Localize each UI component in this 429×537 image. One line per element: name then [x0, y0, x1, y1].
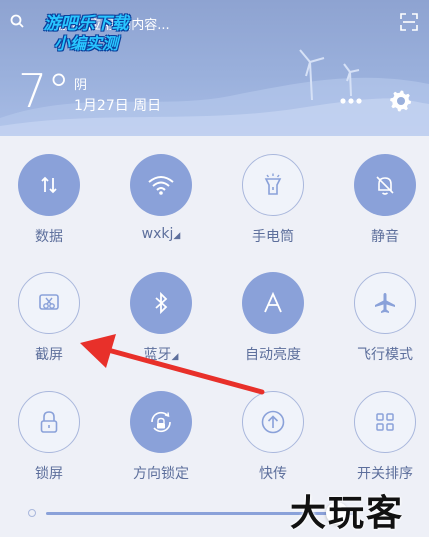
watermark-logo-bottom: 大玩客 — [290, 492, 405, 534]
flashlight-toggle-button[interactable] — [242, 154, 304, 216]
flashlight-icon — [264, 173, 282, 195]
tile-label: 开关排序 — [357, 466, 413, 482]
tile-label-bluetooth[interactable]: 蓝牙◢ — [105, 344, 217, 364]
watermark-line2: 小编实测 — [53, 34, 118, 53]
bluetooth-toggle-button[interactable] — [130, 272, 192, 334]
data-toggle-button[interactable] — [18, 154, 80, 216]
bluetooth-label: 蓝牙 — [143, 347, 172, 363]
wifi-network-name: wxkj — [141, 226, 174, 242]
tile-rotation-lock[interactable]: 方向锁定 — [105, 391, 217, 501]
temperature: 7° — [18, 64, 71, 118]
more-icon[interactable] — [340, 96, 362, 106]
tile-flashlight[interactable]: 手电筒 — [217, 154, 329, 264]
bluetooth-dropdown-icon[interactable]: ◢ — [172, 352, 179, 362]
tile-bluetooth[interactable]: 蓝牙◢ — [105, 272, 217, 382]
brightness-low-icon — [28, 509, 36, 517]
date-text: 1月27日 周日 — [74, 98, 162, 114]
lock-screen-button[interactable] — [18, 391, 80, 453]
wifi-icon — [148, 176, 174, 195]
auto-brightness-toggle-button[interactable] — [242, 272, 304, 334]
airplane-toggle-button[interactable] — [354, 272, 416, 334]
tile-airplane[interactable]: 飞行模式 — [329, 272, 429, 382]
screenshot-button[interactable] — [18, 272, 80, 334]
sort-switches-button[interactable] — [354, 391, 416, 453]
tile-label: 锁屏 — [35, 466, 63, 482]
tile-label: 方向锁定 — [133, 466, 189, 482]
mute-bell-icon — [376, 176, 394, 195]
wifi-toggle-button[interactable] — [130, 154, 192, 216]
tile-data[interactable]: 数据 — [0, 154, 105, 264]
lock-icon — [40, 411, 58, 433]
tile-label: 手电筒 — [252, 229, 294, 245]
rotation-lock-toggle-button[interactable] — [130, 391, 192, 453]
tile-label-wifi[interactable]: wxkj◢ — [105, 226, 217, 242]
wifi-dropdown-icon[interactable]: ◢ — [173, 231, 180, 241]
tile-screenshot[interactable]: 截屏 — [0, 272, 105, 382]
tile-mute[interactable]: 静音 — [329, 154, 429, 264]
data-icon — [41, 176, 57, 194]
mute-toggle-button[interactable] — [354, 154, 416, 216]
tile-wifi[interactable]: wxkj◢ — [105, 154, 217, 264]
quick-transfer-icon — [261, 410, 285, 434]
tile-label: 静音 — [371, 229, 399, 245]
gear-icon[interactable] — [389, 89, 413, 113]
tile-label: 飞行模式 — [357, 347, 413, 363]
tile-label: 数据 — [35, 229, 63, 245]
scan-icon[interactable] — [400, 13, 418, 31]
auto-brightness-icon — [264, 292, 282, 313]
tile-label: 截屏 — [35, 347, 63, 363]
airplane-icon — [375, 293, 395, 313]
watermark-logo-top: 游吧乐下载 小编实测 — [16, 14, 156, 60]
weather-header: 游戏,应用,网内容... 游吧乐下载 小编实测 7° 阴 1月27日 周日 — [0, 0, 429, 136]
quick-transfer-button[interactable] — [242, 391, 304, 453]
screenshot-icon — [39, 294, 59, 310]
watermark-line1: 游吧乐下载 — [43, 14, 129, 34]
weather-condition: 阴 — [74, 78, 88, 93]
bluetooth-icon — [155, 291, 168, 315]
tile-auto-brightness[interactable]: 自动亮度 — [217, 272, 329, 382]
tile-lock-screen[interactable]: 锁屏 — [0, 391, 105, 501]
rotation-lock-icon — [151, 411, 171, 433]
tile-label: 快传 — [259, 466, 287, 482]
sort-grid-icon — [376, 413, 394, 431]
tile-label: 自动亮度 — [245, 347, 301, 363]
